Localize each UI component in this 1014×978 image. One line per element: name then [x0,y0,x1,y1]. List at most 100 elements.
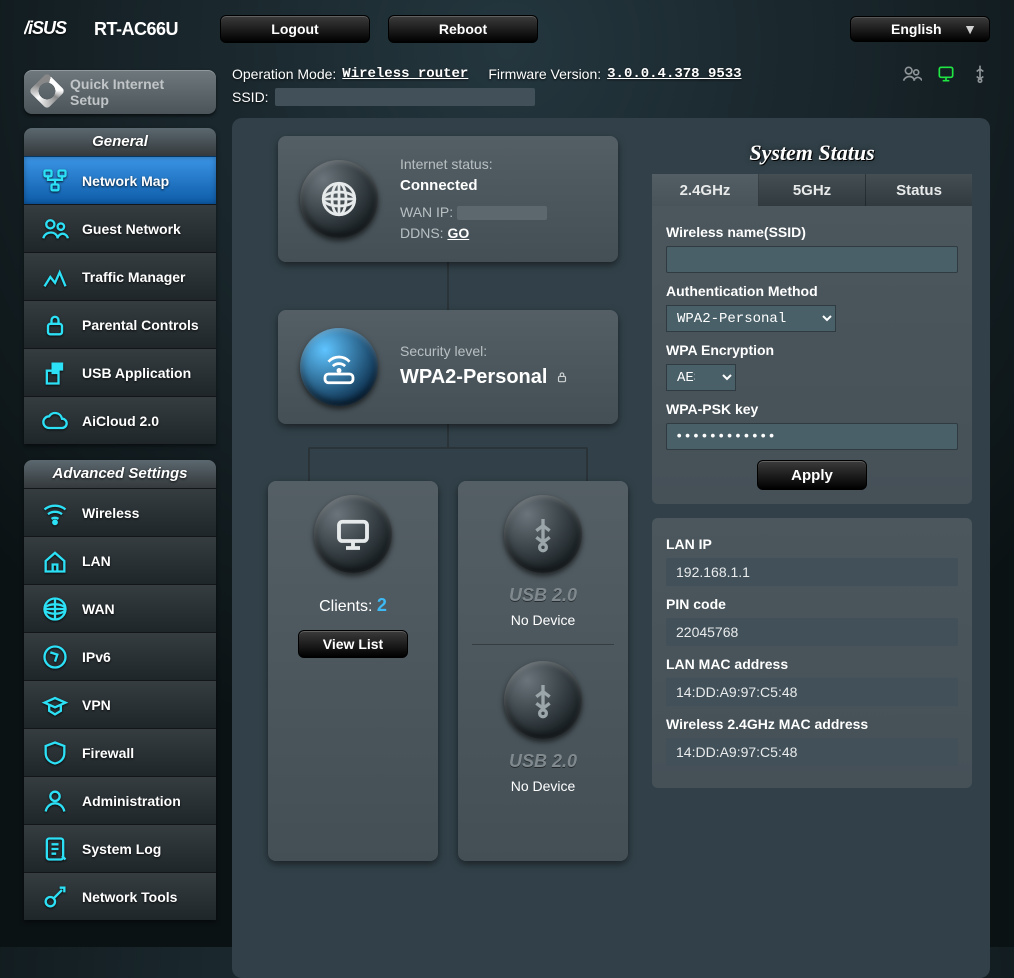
nav-label: System Log [82,841,161,857]
nav-label: WAN [82,601,115,617]
pin-label: PIN code [666,596,958,612]
tab-24ghz[interactable]: 2.4GHz [652,174,759,206]
nav-label: Firewall [82,745,134,761]
apply-button[interactable]: Apply [757,460,867,490]
guest-network-icon [40,214,70,244]
nav-label: Network Tools [82,889,177,905]
chevron-down-icon: ▼ [963,21,977,37]
nav-item-network-tools[interactable]: Network Tools [24,872,216,920]
aicloud-2-0-icon [40,406,70,436]
nav-item-system-log[interactable]: System Log [24,824,216,872]
monitor-icon [314,495,392,573]
system-log-icon [40,834,70,864]
security-value: WPA2-Personal [400,362,547,392]
internet-status-card[interactable]: Internet status: Connected WAN IP: DDNS:… [278,136,618,262]
network-map-icon [40,166,70,196]
firmware-link[interactable]: 3.0.0.4.378_9533 [607,66,741,82]
op-mode-link[interactable]: Wireless router [342,66,468,82]
status-tabs: 2.4GHz 5GHz Status [652,174,972,206]
svg-text:/iSUS: /iSUS [24,20,67,38]
nav-label: Parental Controls [82,317,199,333]
usb-application-icon [40,358,70,388]
ssid-input[interactable] [666,246,958,273]
psk-field-label: WPA-PSK key [666,401,958,417]
nav-item-vpn[interactable]: VPN [24,680,216,728]
router-icon [300,328,378,406]
auth-select[interactable]: WPA2-Personal [666,305,836,332]
ssid-value [275,88,535,106]
usb-icon-2 [504,661,582,739]
usb-top-icon[interactable] [970,64,990,84]
clients-count: 2 [377,595,387,615]
pin-value: 22045768 [666,618,958,646]
reboot-button[interactable]: Reboot [388,15,538,43]
psk-input[interactable] [666,423,958,450]
nav-label: Guest Network [82,221,181,237]
nav-label: IPv6 [82,649,111,665]
op-mode-label: Operation Mode: [232,66,336,82]
nav-header-general: General [24,128,216,156]
nav-item-network-map[interactable]: Network Map [24,156,216,204]
lan-mac-label: LAN MAC address [666,656,958,672]
auth-field-label: Authentication Method [666,283,958,299]
clients-label: Clients: [319,598,372,615]
security-level-card[interactable]: Security level: WPA2-Personal [278,310,618,424]
tab-status[interactable]: Status [866,174,972,206]
nav-label: Wireless [82,505,139,521]
nav-item-wireless[interactable]: Wireless [24,488,216,536]
enc-select[interactable]: AES [666,364,736,391]
nav-label: Traffic Manager [82,269,185,285]
ipv6-icon [40,642,70,672]
lan-ip-label: LAN IP [666,536,958,552]
nav-item-guest-network[interactable]: Guest Network [24,204,216,252]
wan-ip-label: WAN IP: [400,204,453,220]
firmware-label: Firmware Version: [488,66,601,82]
traffic-manager-icon [40,262,70,292]
lan-ip-value: 192.168.1.1 [666,558,958,586]
wmac-label: Wireless 2.4GHz MAC address [666,716,958,732]
view-list-button[interactable]: View List [298,630,408,658]
nav-item-firewall[interactable]: Firewall [24,728,216,776]
nav-item-parental-controls[interactable]: Parental Controls [24,300,216,348]
ssid-field-label: Wireless name(SSID) [666,224,958,240]
security-label: Security level: [400,341,569,362]
usb-icon-1 [504,495,582,573]
usb1-status: No Device [511,612,576,628]
guest-top-icon[interactable] [936,64,956,84]
nav-item-usb-application[interactable]: USB Application [24,348,216,396]
enc-field-label: WPA Encryption [666,342,958,358]
nav-item-lan[interactable]: LAN [24,536,216,584]
nav-label: LAN [82,553,111,569]
tab-5ghz[interactable]: 5GHz [759,174,866,206]
nav-label: AiCloud 2.0 [82,413,159,429]
usb-card[interactable]: USB 2.0 No Device USB 2.0 No Device [458,481,628,861]
globe-icon [300,160,378,238]
quick-internet-setup-button[interactable]: Quick Internet Setup [24,70,216,114]
nav-item-traffic-manager[interactable]: Traffic Manager [24,252,216,300]
clients-top-icon[interactable] [902,64,922,84]
clients-card[interactable]: Clients: 2 View List [268,481,438,861]
system-status-title: System Status [652,140,972,166]
wmac-value: 14:DD:A9:97:C5:48 [666,738,958,766]
nav-item-aicloud-2-0[interactable]: AiCloud 2.0 [24,396,216,444]
administration-icon [40,786,70,816]
nav-item-ipv6[interactable]: IPv6 [24,632,216,680]
wan-ip-value [457,206,547,220]
language-label: English [891,21,942,37]
usb2-status: No Device [511,778,576,794]
network-tools-icon [40,882,70,912]
wan-icon [40,594,70,624]
usb1-label: USB 2.0 [509,585,577,606]
lan-icon [40,546,70,576]
nav-label: Administration [82,793,181,809]
ddns-go-link[interactable]: GO [447,225,469,241]
language-dropdown[interactable]: English ▼ [850,16,990,42]
usb2-label: USB 2.0 [509,751,577,772]
logout-button[interactable]: Logout [220,15,370,43]
nav-item-administration[interactable]: Administration [24,776,216,824]
firewall-icon [40,738,70,768]
nav-item-wan[interactable]: WAN [24,584,216,632]
internet-status-label: Internet status: [400,156,493,172]
lock-icon [555,370,569,384]
ddns-label: DDNS: [400,225,444,241]
